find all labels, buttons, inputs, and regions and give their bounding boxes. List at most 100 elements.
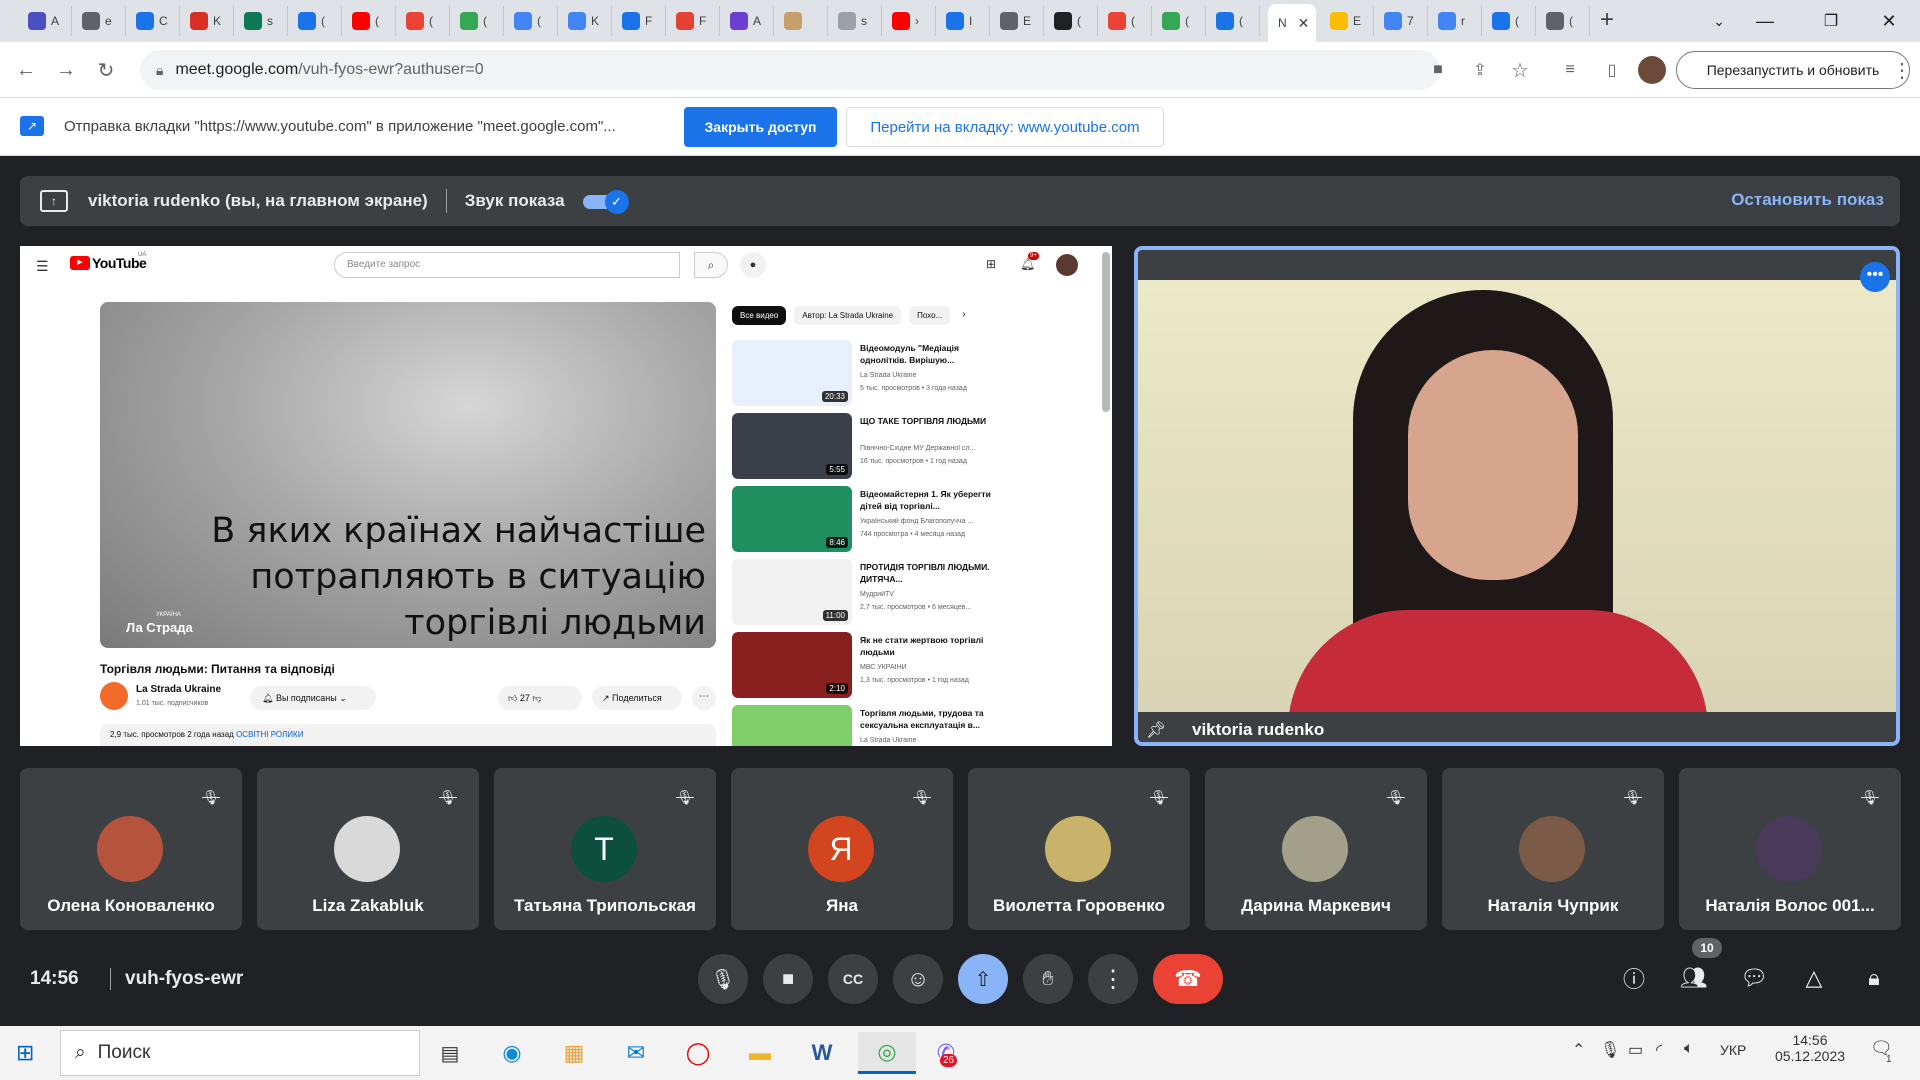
volume-icon[interactable]: 🔈︎ [1684,1040,1694,1058]
browser-tab[interactable]: ( [342,6,396,36]
back-arrow-icon[interactable]: ← [12,56,40,84]
emoji-reactions-icon[interactable]: ☺ [893,954,943,1004]
browser-tab[interactable]: F [612,6,666,36]
host-controls-icon[interactable]: 🔒︎ [1850,954,1898,1002]
leave-call-icon[interactable]: ☎︎ [1153,954,1223,1004]
browser-tab[interactable]: ( [288,6,342,36]
tab-title: E [1353,14,1362,28]
participant-tile[interactable]: 🎙︎ Дарина Маркевич [1205,768,1427,930]
opera-icon[interactable]: ◯ [676,1032,720,1074]
store-icon[interactable]: ▦ [552,1032,596,1074]
captions-icon[interactable]: CC [828,954,878,1004]
browser-tab[interactable]: ( [396,6,450,36]
stop-presenting-button[interactable]: Остановить показ [1731,190,1884,210]
side-panel-icon[interactable]: ▯ [1598,56,1626,84]
people-icon[interactable]: 👥︎ [1670,954,1718,1002]
taskbar-clock[interactable]: 14:56 05.12.2023 [1764,1032,1856,1064]
raise-hand-icon[interactable]: ✋︎ [1023,954,1073,1004]
browser-tab[interactable]: F [666,6,720,36]
browser-tab[interactable]: A [720,6,774,36]
participant-tile[interactable]: 🎙︎ Liza Zakabluk [257,768,479,930]
goto-tab-button[interactable]: Перейти на вкладку: www.youtube.com [846,107,1164,147]
reload-icon[interactable]: ↻ [92,56,120,84]
chrome-icon[interactable]: ◎ [858,1032,916,1074]
close-window-button[interactable]: ✕ [1866,8,1912,34]
bookmark-star-icon[interactable]: ☆ [1506,56,1534,84]
browser-tab[interactable]: E [990,6,1044,36]
chat-icon[interactable]: 💬︎ [1730,954,1778,1002]
browser-tab[interactable]: ( [1044,6,1098,36]
share-page-icon[interactable]: ⇪ [1466,56,1494,84]
browser-tab[interactable]: r [1428,6,1482,36]
close-tab-icon[interactable]: ✕ [1298,15,1310,32]
taskbar-search[interactable]: ⌕ Поиск [60,1030,420,1076]
browser-tab[interactable]: K [558,6,612,36]
tray-mic-icon[interactable]: 🎙︎ [1600,1040,1620,1060]
browser-tab[interactable]: A [18,6,72,36]
minimize-button[interactable]: — [1742,8,1788,34]
video-overlay-text: В яких країнах найчастіше потрапляють в … [211,508,706,646]
browser-tab[interactable]: ( [1152,6,1206,36]
browser-tab[interactable]: ( [1536,6,1590,36]
participant-tile[interactable]: 🎙︎ Олена Коноваленко [20,768,242,930]
share-audio-toggle[interactable]: ✓ [582,190,629,214]
tile-options-icon[interactable]: ••• [1860,262,1890,292]
more-options-icon[interactable]: ⋮ [1088,954,1138,1004]
kebab-menu-icon[interactable]: ⋮ [1888,56,1916,84]
edge-icon[interactable]: ◉ [490,1032,534,1074]
present-now-icon[interactable]: ⇧ [958,954,1008,1004]
participant-tile[interactable]: Я 🎙︎ Яна [731,768,953,930]
shirt-shape [1288,610,1708,712]
word-icon[interactable]: W [800,1032,844,1074]
browser-tab[interactable]: K [180,6,234,36]
participant-tile[interactable]: T 🎙︎ Татьяна Трипольская [494,768,716,930]
browser-tab[interactable]: › [882,6,936,36]
tab-favicon-icon [514,12,532,30]
file-explorer-icon[interactable]: ▬ [738,1032,782,1074]
participant-tile[interactable]: 🎙︎ Виолетта Горовенко [968,768,1190,930]
browser-tab[interactable]: ( [450,6,504,36]
participant-tile[interactable]: 🎙︎ Наталія Волос 001... [1679,768,1901,930]
youtube-create-icon: ⊞ [986,257,997,271]
browser-tab[interactable]: e [72,6,126,36]
battery-icon[interactable]: ▭ [1628,1040,1643,1060]
omnibox[interactable]: 🔒︎ meet.google.com/vuh-fyos-ewr?authuser… [140,50,1440,90]
task-view-icon[interactable]: ▤ [428,1032,472,1074]
camera-in-use-icon[interactable]: ■ [1424,56,1452,84]
mic-toggle-icon[interactable]: 🎙︎ [698,954,748,1004]
mic-muted-icon: 🎙︎ [676,788,694,805]
browser-tab[interactable]: ( [1098,6,1152,36]
participant-tile[interactable]: 🎙︎ Наталія Чуприк [1442,768,1664,930]
browser-tab[interactable]: s [828,6,882,36]
browser-tab[interactable]: ( [1482,6,1536,36]
browser-tab[interactable] [774,6,828,36]
relaunch-button[interactable]: Перезапустить и обновить [1676,51,1910,89]
windows-start-icon[interactable]: ⊞ [16,1040,34,1066]
browser-tab[interactable]: I [936,6,990,36]
browser-tab[interactable]: ( [1206,6,1260,36]
mail-icon[interactable]: ✉ [614,1032,658,1074]
restore-button[interactable]: ❐ [1808,8,1854,34]
tab-search-chevron-icon[interactable]: ⌄ [1696,8,1742,34]
tab-google-meet-active[interactable]: N ✕ [1268,4,1316,42]
browser-tab[interactable]: s [234,6,288,36]
close-access-button[interactable]: Закрыть доступ [684,107,837,147]
meeting-details-icon[interactable]: ⓘ [1610,954,1658,1002]
language-indicator[interactable]: УКР [1720,1042,1746,1058]
camera-toggle-icon[interactable]: ■ [763,954,813,1004]
forward-arrow-icon[interactable]: → [52,56,80,84]
tray-chevron-icon[interactable]: ⌃ [1572,1040,1585,1060]
wifi-icon[interactable]: ◜ [1656,1040,1662,1060]
viber-icon[interactable]: ✆ [924,1032,968,1074]
new-tab-button[interactable]: + [1600,6,1614,34]
media-control-icon[interactable]: ≡ [1556,56,1584,84]
youtube-mic-icon: ● [740,252,766,278]
related-channel: Український фонд Благополучча ... [860,518,974,525]
tab-title: e [105,14,112,28]
browser-tab[interactable]: C [126,6,180,36]
browser-tab[interactable]: E [1320,6,1374,36]
profile-avatar[interactable] [1638,56,1666,84]
browser-tab[interactable]: ( [504,6,558,36]
browser-tab[interactable]: 7 [1374,6,1428,36]
activities-icon[interactable]: △ [1790,954,1838,1002]
